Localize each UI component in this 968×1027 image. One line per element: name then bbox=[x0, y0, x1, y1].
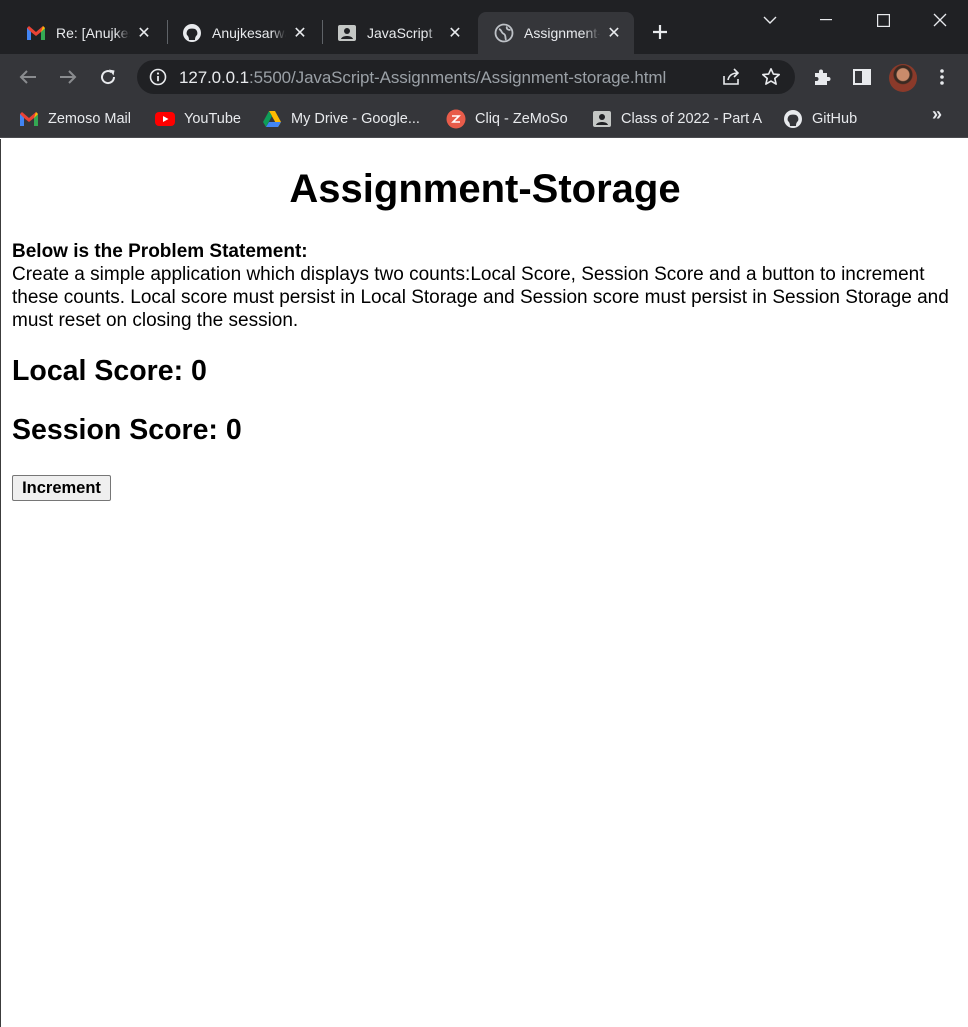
page-title: Assignment-Storage bbox=[289, 167, 681, 211]
bookmarks-bar: Zemoso Mail YouTube My Drive - Google...… bbox=[0, 100, 968, 138]
bookmark-label: YouTube bbox=[184, 111, 241, 127]
session-score: Session Score: 0 bbox=[12, 414, 242, 446]
maximize-icon bbox=[876, 13, 890, 27]
github-icon bbox=[783, 110, 803, 128]
browser-titlebar: Re: [Anujkesarwani ✕ Anujkesarwani ✕ Jav… bbox=[0, 0, 968, 54]
profile-avatar[interactable] bbox=[889, 64, 917, 92]
tab-javascript[interactable]: JavaScript ✕ bbox=[321, 12, 475, 54]
side-panel-button[interactable] bbox=[846, 61, 878, 93]
reload-icon bbox=[101, 69, 116, 85]
reload-button[interactable] bbox=[92, 61, 124, 93]
local-score: Local Score: 0 bbox=[12, 355, 207, 387]
problem-statement: Below is the Problem Statement: Create a… bbox=[12, 240, 952, 332]
google-drive-icon bbox=[262, 110, 282, 128]
increment-button[interactable]: Increment bbox=[12, 475, 111, 501]
bookmark-github[interactable]: GitHub bbox=[783, 107, 857, 131]
share-icon[interactable] bbox=[721, 67, 741, 87]
more-bookmarks-button[interactable]: » bbox=[932, 104, 942, 125]
gmail-icon bbox=[26, 23, 46, 43]
gmail-icon bbox=[19, 110, 39, 128]
close-window-button[interactable] bbox=[912, 0, 968, 40]
menu-button[interactable] bbox=[926, 61, 958, 93]
address-bar[interactable]: 127.0.0.1:5500/JavaScript-Assignments/As… bbox=[137, 60, 795, 94]
cliq-icon bbox=[446, 109, 466, 129]
bookmark-label: Zemoso Mail bbox=[48, 111, 131, 127]
maximize-button[interactable] bbox=[855, 0, 911, 40]
url-text: 127.0.0.1:5500/JavaScript-Assignments/As… bbox=[179, 68, 666, 88]
new-tab-button[interactable] bbox=[646, 18, 674, 46]
info-icon[interactable] bbox=[149, 68, 167, 86]
url-path: :5500/JavaScript-Assignments/Assignment-… bbox=[249, 68, 667, 87]
bookmark-class-of-2022[interactable]: Class of 2022 - Part A bbox=[592, 107, 762, 131]
url-host: 127.0.0.1 bbox=[179, 68, 249, 87]
star-icon[interactable] bbox=[761, 67, 781, 87]
tab-search-button[interactable] bbox=[742, 0, 798, 40]
side-panel-icon bbox=[853, 69, 871, 85]
plus-icon bbox=[653, 25, 667, 39]
minimize-icon bbox=[820, 19, 832, 21]
bookmark-zemoso-mail[interactable]: Zemoso Mail bbox=[19, 107, 131, 131]
tab-label: Assignment-Storage bbox=[524, 25, 600, 41]
tab-github[interactable]: Anujkesarwani ✕ bbox=[166, 12, 320, 54]
bookmark-label: GitHub bbox=[812, 111, 858, 127]
back-button[interactable] bbox=[12, 61, 44, 93]
tab-label: JavaScript bbox=[367, 25, 433, 41]
arrow-right-icon bbox=[60, 70, 77, 84]
extensions-button[interactable] bbox=[806, 61, 838, 93]
classroom-icon bbox=[337, 23, 357, 43]
youtube-icon bbox=[155, 110, 175, 128]
bookmark-label: My Drive - Google... bbox=[291, 111, 420, 127]
tab-label: Re: [Anujkesarwani bbox=[56, 25, 130, 41]
bookmark-cliq[interactable]: Cliq - ZeMoSo bbox=[446, 107, 568, 131]
problem-label: Below is the Problem Statement: bbox=[12, 241, 308, 262]
page-content: Assignment-Storage Below is the Problem … bbox=[0, 139, 968, 1027]
tab-gmail[interactable]: Re: [Anujkesarwani ✕ bbox=[10, 12, 164, 54]
forward-button[interactable] bbox=[52, 61, 84, 93]
chevron-down-icon bbox=[763, 16, 777, 24]
bookmark-my-drive[interactable]: My Drive - Google... bbox=[262, 107, 420, 131]
tab-assignment-storage[interactable]: Assignment-Storage ✕ bbox=[478, 12, 634, 54]
browser-toolbar: 127.0.0.1:5500/JavaScript-Assignments/As… bbox=[0, 54, 968, 100]
classroom-icon bbox=[592, 110, 612, 128]
close-tab-icon[interactable]: ✕ bbox=[290, 23, 310, 43]
github-icon bbox=[182, 23, 202, 43]
tab-label: Anujkesarwani bbox=[212, 25, 286, 41]
minimize-button[interactable] bbox=[798, 0, 854, 40]
puzzle-icon bbox=[815, 69, 831, 85]
arrow-left-icon bbox=[19, 70, 36, 84]
close-tab-icon[interactable]: ✕ bbox=[134, 23, 154, 43]
close-tab-icon[interactable]: ✕ bbox=[445, 23, 465, 43]
bookmark-label: Cliq - ZeMoSo bbox=[475, 111, 568, 127]
bookmark-label: Class of 2022 - Part A bbox=[621, 111, 763, 127]
bookmark-youtube[interactable]: YouTube bbox=[155, 107, 241, 131]
globe-icon bbox=[494, 23, 514, 43]
close-tab-icon[interactable]: ✕ bbox=[604, 23, 624, 43]
kebab-menu-icon bbox=[940, 69, 944, 85]
close-icon bbox=[933, 13, 947, 27]
problem-text: Create a simple application which displa… bbox=[12, 264, 949, 331]
